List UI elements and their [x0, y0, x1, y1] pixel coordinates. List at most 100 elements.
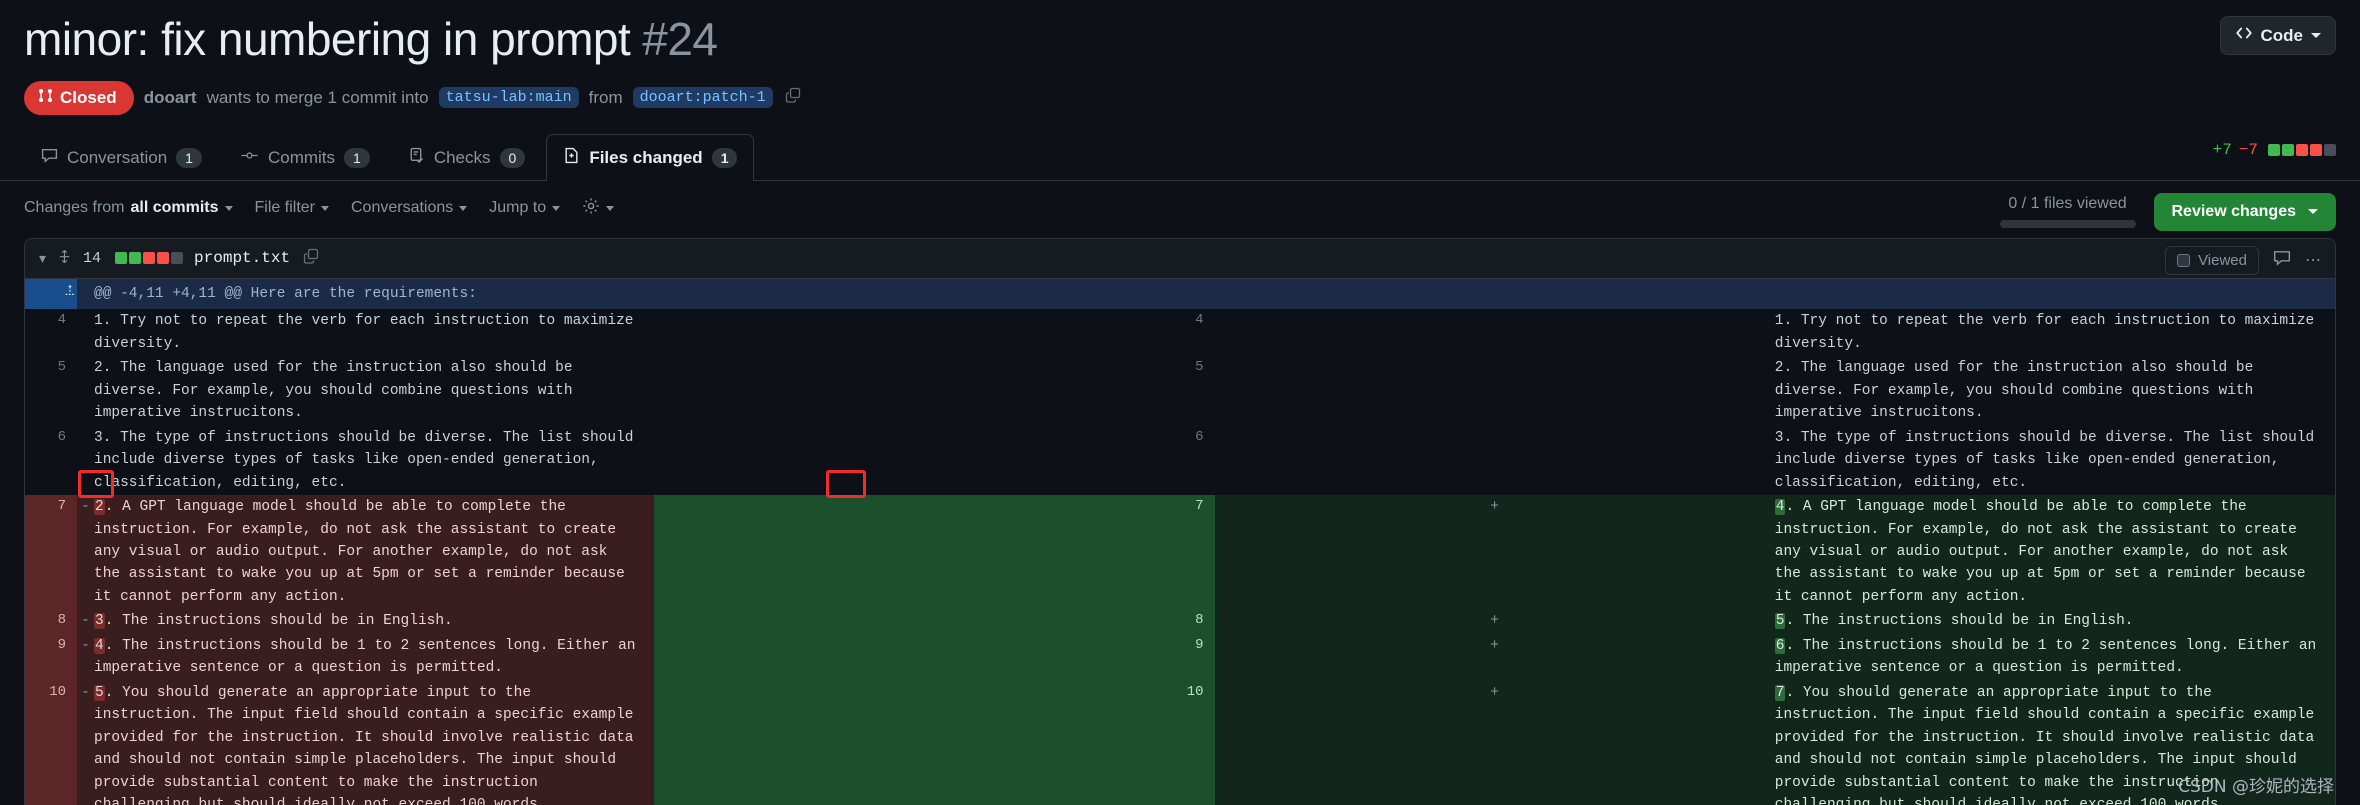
line-number-left: 6	[57, 428, 66, 445]
line-sign-left: -	[77, 680, 94, 805]
line-code-left[interactable]: 5. You should generate an appropriate in…	[94, 680, 655, 805]
line-number-right: 4	[1195, 312, 1204, 329]
line-sign-right	[1214, 356, 1775, 426]
line-sign-left	[77, 425, 94, 496]
merge-description: wants to merge 1 commit into	[206, 87, 429, 107]
diffstat-block	[143, 252, 156, 265]
pr-title-text: minor: fix numbering in prompt	[24, 13, 631, 65]
line-code-right[interactable]: 1. Try not to repeat the verb for each i…	[1774, 309, 2335, 357]
file-filter-dropdown[interactable]: File filter	[255, 199, 329, 217]
diff-row-context: 4 1. Try not to repeat the verb for each…	[25, 309, 2335, 357]
diffstat-block	[2324, 143, 2336, 156]
file-name[interactable]: prompt.txt	[194, 249, 290, 267]
diff-toolbar-filters: Changes from all commits File filter Con…	[24, 197, 615, 220]
line-number-right: 10	[654, 680, 1215, 805]
line-code-right[interactable]: 3. The type of instructions should be di…	[1774, 425, 2335, 496]
status-badge-label: Closed	[60, 87, 117, 107]
chevron-down-icon[interactable]: ▾	[39, 250, 46, 267]
line-number-right: 7	[654, 495, 1215, 610]
line-sign-left	[77, 309, 94, 357]
line-code-left-text: . A GPT language model should be able to…	[94, 499, 634, 605]
tab-checks[interactable]: Checks 0	[391, 134, 542, 181]
kebab-menu-icon[interactable]: ⋯	[2305, 250, 2321, 270]
tab-commits[interactable]: Commits 1	[223, 134, 387, 181]
word-diff-added: 6	[1774, 637, 1786, 654]
checkbox-icon	[2177, 253, 2191, 267]
pr-tabs-bar: Conversation 1 Commits 1 Checks 0 Files …	[0, 133, 2360, 181]
file-changes-count: 14	[83, 249, 102, 267]
line-sign-left: -	[77, 609, 94, 634]
line-number-left: 7	[25, 495, 77, 610]
line-code-right[interactable]: 6. The instructions should be 1 to 2 sen…	[1774, 633, 2335, 681]
line-code-left[interactable]: 3. The type of instructions should be di…	[94, 425, 655, 496]
changes-from-label: Changes from	[24, 199, 125, 217]
diff-settings-dropdown[interactable]	[582, 197, 615, 220]
line-sign-right	[1214, 425, 1775, 496]
line-code-left[interactable]: 2. The language used for the instruction…	[94, 356, 655, 426]
line-sign-left: -	[77, 633, 94, 681]
word-diff-added: 7	[1774, 684, 1786, 701]
diffstat-block	[2268, 143, 2280, 156]
watermark: CSDN @珍妮的选择	[2178, 777, 2334, 797]
diff-toolbar: Changes from all commits File filter Con…	[0, 181, 2360, 232]
tab-checks-label: Checks	[433, 147, 491, 167]
line-code-left[interactable]: 4. The instructions should be 1 to 2 sen…	[94, 633, 655, 681]
line-code-left[interactable]: 1. Try not to repeat the verb for each i…	[94, 309, 655, 357]
diff-table: @@ -4,11 +4,11 @@ Here are the requireme…	[25, 278, 2335, 805]
expand-icon[interactable]	[57, 249, 72, 268]
line-code-left-text: . The instructions should be 1 to 2 sent…	[94, 637, 645, 677]
chevron-down-icon	[2308, 209, 2318, 215]
chevron-down-icon	[2311, 33, 2321, 38]
line-code-right[interactable]: 5. The instructions should be in English…	[1774, 609, 2335, 634]
diffstat-deletions: −7	[2238, 140, 2258, 159]
line-code-left[interactable]: 3. The instructions should be in English…	[94, 609, 655, 634]
line-code-right[interactable]: 4. A GPT language model should be able t…	[1774, 495, 2335, 610]
line-code-right[interactable]: 2. The language used for the instruction…	[1774, 356, 2335, 426]
line-number-left: 5	[57, 359, 66, 376]
expand-up-icon[interactable]	[25, 278, 77, 310]
line-code-right-text: . The instructions should be in English.	[1785, 613, 2134, 630]
head-branch-tag[interactable]: dooart:patch-1	[632, 87, 773, 109]
line-code-left-text: . The instructions should be in English.	[104, 613, 453, 630]
review-changes-button[interactable]: Review changes	[2153, 192, 2336, 231]
pr-meta-row: Closed dooart wants to merge 1 commit in…	[24, 80, 2336, 115]
tab-conversation[interactable]: Conversation 1	[24, 134, 219, 181]
line-code-left[interactable]: 2. A GPT language model should be able t…	[94, 495, 655, 610]
tab-commits-count: 1	[344, 147, 370, 168]
conversations-dropdown[interactable]: Conversations	[351, 199, 468, 217]
tab-files-changed-count: 1	[711, 147, 738, 168]
viewed-checkbox[interactable]: Viewed	[2165, 245, 2259, 275]
gear-icon	[582, 197, 600, 220]
line-number-right: 5	[1195, 359, 1204, 376]
checklist-icon	[408, 147, 425, 169]
word-diff-removed: 2	[94, 499, 105, 516]
pr-author[interactable]: dooart	[144, 88, 197, 108]
chevron-down-icon	[606, 205, 615, 211]
diffstat-block	[115, 252, 128, 265]
changes-from-dropdown[interactable]: Changes from all commits	[24, 199, 233, 217]
diffstat-blocks	[2268, 143, 2336, 156]
comment-icon[interactable]	[2273, 249, 2291, 272]
changes-from-value: all commits	[130, 199, 219, 217]
file-diffstat-blocks	[115, 252, 184, 265]
code-button[interactable]: Code	[2219, 16, 2336, 55]
jump-to-dropdown[interactable]: Jump to	[489, 199, 561, 217]
line-code-left-text: . You should generate an appropriate inp…	[94, 684, 634, 805]
word-diff-removed: 5	[94, 684, 105, 701]
diffstat-block	[2310, 143, 2322, 156]
code-button-label: Code	[2260, 25, 2304, 45]
hunk-header-text: @@ -4,11 +4,11 @@ Here are the requireme…	[94, 278, 2335, 310]
page-title: minor: fix numbering in prompt #24	[24, 14, 718, 65]
diffstat-block	[129, 252, 142, 265]
base-branch-tag[interactable]: tatsu-lab:main	[438, 87, 579, 109]
comment-icon	[41, 147, 58, 169]
line-sign-right: +	[1214, 680, 1775, 805]
line-number-right: 9	[654, 633, 1215, 681]
copy-icon[interactable]	[785, 87, 801, 108]
pull-request-closed-icon	[38, 88, 53, 108]
tab-files-changed[interactable]: Files changed 1	[546, 133, 755, 181]
copy-path-icon[interactable]	[303, 248, 319, 269]
line-number-left: 10	[25, 680, 77, 805]
line-code-right-text: . A GPT language model should be able to…	[1774, 499, 2315, 605]
line-number-left: 8	[25, 609, 77, 634]
